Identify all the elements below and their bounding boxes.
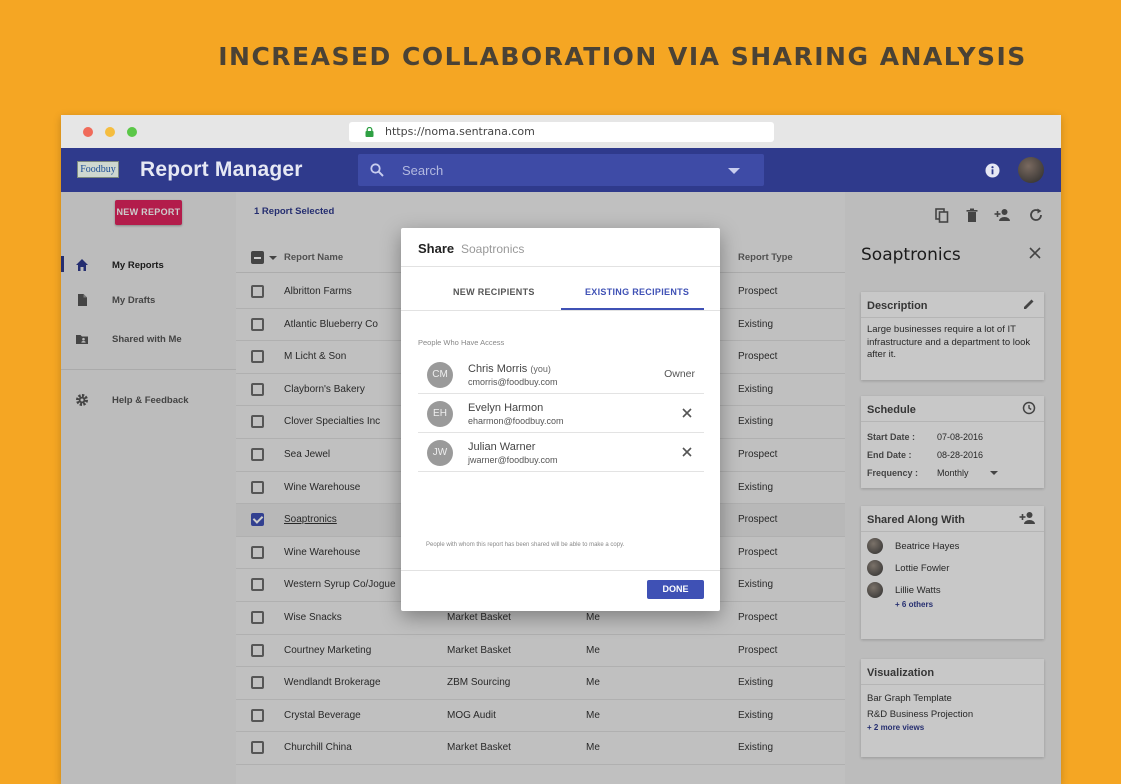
dialog-subtitle: Soaptronics [461,242,525,256]
recipient-row: EH Evelyn Harmon eharmon@foodbuy.com [418,394,704,433]
share-dialog: Share Soaptronics NEW RECIPIENTS EXISTIN… [401,228,720,611]
maximize-window-dot[interactable] [127,127,137,137]
dialog-title: Share [418,241,455,256]
chevron-down-icon[interactable] [728,168,740,174]
recipient-row: CM Chris Morris (you) cmorris@foodbuy.co… [418,355,704,394]
you-tag: (you) [530,364,551,374]
page-headline: INCREASED COLLABORATION VIA SHARING ANAL… [218,42,1027,71]
recipient-name: Julian Warner [468,441,536,453]
address-bar[interactable]: https://noma.sentrana.com [349,122,774,142]
info-icon[interactable] [985,163,1000,178]
browser-chrome: https://noma.sentrana.com [61,115,1061,148]
foodbuy-logo[interactable]: Foodbuy [77,161,119,178]
owner-label: Owner [664,368,695,380]
remove-recipient-icon[interactable] [682,408,692,418]
recipient-name: Chris Morris [468,363,528,375]
app-title: Report Manager [140,158,303,181]
recipient-email: eharmon@foodbuy.com [468,416,564,426]
remove-recipient-icon[interactable] [682,447,692,457]
recipient-email: cmorris@foodbuy.com [468,377,558,387]
done-button[interactable]: DONE [647,580,704,599]
search-bar[interactable]: Search [358,154,764,186]
avatar: JW [427,440,453,466]
user-avatar[interactable] [1018,157,1044,183]
app-bar: Foodbuy Report Manager Search [61,148,1061,192]
divider [401,266,720,267]
recipient-name: Evelyn Harmon [468,402,544,414]
tab-existing-recipients[interactable]: EXISTING RECIPIENTS [585,287,689,297]
recipient-email: jwarner@foodbuy.com [468,455,558,465]
avatar: CM [427,362,453,388]
section-label: People Who Have Access [418,338,505,347]
share-note: People with whom this report has been sh… [426,542,625,548]
tab-new-recipients[interactable]: NEW RECIPIENTS [453,287,535,297]
recipient-row: JW Julian Warner jwarner@foodbuy.com [418,433,704,472]
close-window-dot[interactable] [83,127,93,137]
search-icon [370,163,384,177]
minimize-window-dot[interactable] [105,127,115,137]
lock-icon [365,127,374,137]
browser-window: https://noma.sentrana.com Foodbuy Report… [61,115,1061,784]
divider [401,310,720,311]
divider [401,570,720,571]
avatar: EH [427,401,453,427]
search-input[interactable]: Search [402,163,443,178]
url-text: https://noma.sentrana.com [385,125,535,138]
